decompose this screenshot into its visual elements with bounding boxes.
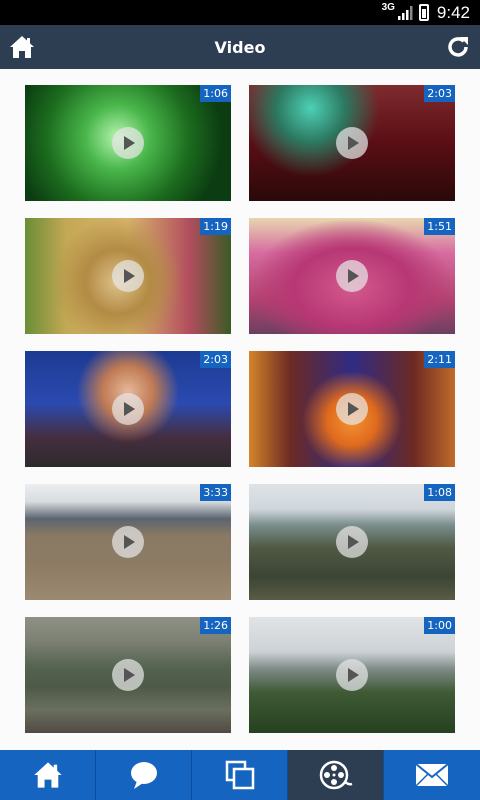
tab-videos[interactable] — [288, 750, 384, 800]
home-icon — [10, 36, 34, 58]
video-thumbnail[interactable]: 2:03 — [25, 351, 231, 467]
play-icon — [112, 659, 144, 691]
video-list[interactable]: 1:06 2:03 1:19 1:51 2:03 2:11 3:33 1:08 — [0, 69, 480, 750]
play-icon — [336, 659, 368, 691]
battery-icon — [418, 4, 429, 21]
refresh-button[interactable] — [443, 32, 473, 62]
duration-badge: 1:19 — [200, 218, 231, 235]
play-icon — [112, 526, 144, 558]
refresh-icon — [448, 37, 468, 57]
video-thumbnail[interactable]: 2:03 — [249, 85, 455, 201]
app-header: Video — [0, 25, 480, 69]
duration-badge: 3:33 — [200, 484, 231, 501]
play-icon — [112, 393, 144, 425]
duration-badge: 1:00 — [424, 617, 455, 634]
tab-gallery[interactable] — [192, 750, 288, 800]
video-thumbnail[interactable]: 3:33 — [25, 484, 231, 600]
page-title: Video — [214, 37, 266, 57]
duration-badge: 2:03 — [200, 351, 231, 368]
play-icon — [336, 526, 368, 558]
duration-badge: 2:11 — [424, 351, 455, 368]
status-bar: 3G 9:42 — [0, 0, 480, 25]
network-type: 3G — [381, 2, 395, 13]
tab-home[interactable] — [0, 750, 96, 800]
film-reel-icon — [319, 760, 352, 790]
signal-icon — [397, 5, 413, 20]
video-thumbnail[interactable]: 1:06 — [25, 85, 231, 201]
bottom-tab-bar — [0, 750, 480, 800]
duration-badge: 1:06 — [200, 85, 231, 102]
tab-chat[interactable] — [96, 750, 192, 800]
clock: 9:42 — [436, 2, 470, 22]
home-icon — [33, 762, 62, 788]
chat-bubble-icon — [130, 762, 157, 789]
play-icon — [336, 127, 368, 159]
video-thumbnail[interactable]: 1:51 — [249, 218, 455, 334]
video-thumbnail[interactable]: 1:26 — [25, 617, 231, 733]
gallery-icon — [225, 760, 254, 790]
duration-badge: 1:51 — [424, 218, 455, 235]
video-thumbnail[interactable]: 2:11 — [249, 351, 455, 467]
duration-badge: 1:08 — [424, 484, 455, 501]
play-icon — [112, 127, 144, 159]
video-thumbnail[interactable]: 1:19 — [25, 218, 231, 334]
video-thumbnail[interactable]: 1:00 — [249, 617, 455, 733]
play-icon — [112, 260, 144, 292]
play-icon — [336, 393, 368, 425]
duration-badge: 2:03 — [424, 85, 455, 102]
play-icon — [336, 260, 368, 292]
video-thumbnail[interactable]: 1:08 — [249, 484, 455, 600]
tab-mail[interactable] — [384, 750, 480, 800]
duration-badge: 1:26 — [200, 617, 231, 634]
mail-icon — [415, 763, 449, 787]
home-button[interactable] — [7, 32, 37, 62]
